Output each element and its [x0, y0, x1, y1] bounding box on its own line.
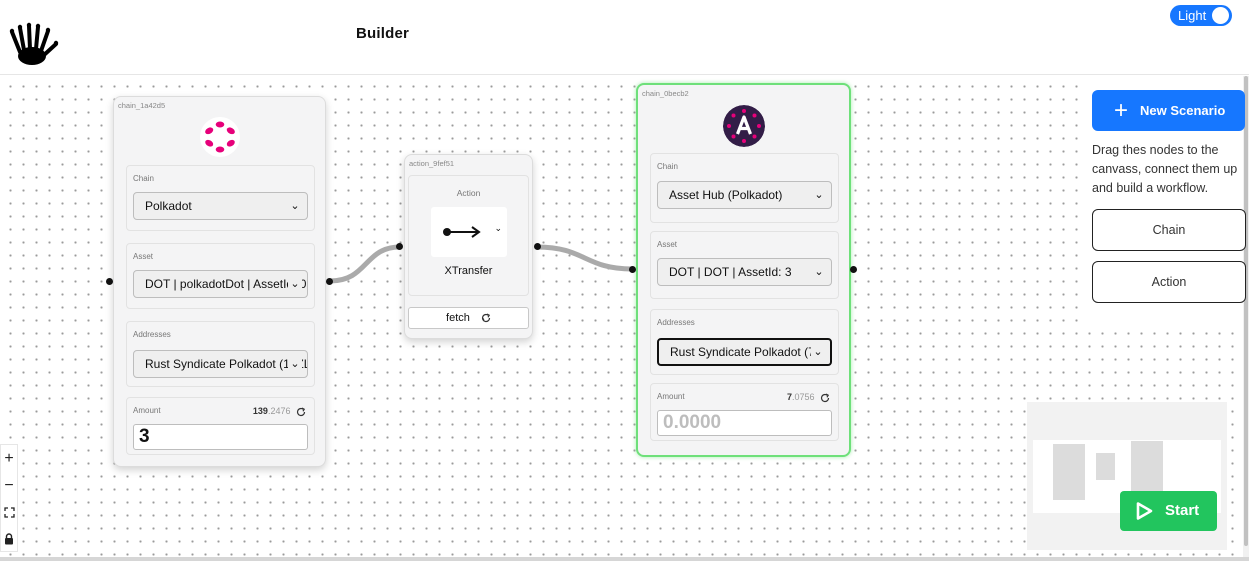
asset-section: Asset DOT | DOT | AssetId: 3 ⌄ [650, 231, 839, 299]
balance-integer: 139 [252, 406, 268, 416]
address-select[interactable]: Rust Syndicate Polkadot (16ZL8yLyXv3V3L3… [133, 350, 308, 378]
arrow-right-icon [443, 226, 481, 238]
balance-readout: 139.2476 [253, 406, 306, 417]
chevron-down-icon: ⌄ [288, 271, 302, 297]
asset-select[interactable]: DOT | polkadotDot | AssetId: 0 ⌄ [133, 270, 308, 298]
action-section: Action ⌄ XTransfer [408, 175, 529, 296]
zoom-out-button[interactable]: − [1, 472, 17, 499]
node-handle-out[interactable] [326, 278, 333, 285]
amount-section: Amount 7.0756 0.0000 [650, 383, 839, 441]
refresh-icon [481, 313, 491, 323]
node-handle-in[interactable] [106, 278, 113, 285]
amount-label: Amount [657, 392, 685, 401]
action-node[interactable]: action_9fef51 Action ⌄ XTransfer fetch [404, 154, 533, 339]
theme-toggle[interactable]: Light [1170, 5, 1232, 26]
asset-section: Asset DOT | polkadotDot | AssetId: 0 ⌄ [126, 243, 315, 309]
chain-section: Chain Asset Hub (Polkadot) ⌄ [650, 153, 839, 223]
horizontal-scrollbar[interactable] [0, 557, 1249, 561]
chain-section: Chain Polkadot ⌄ [126, 165, 315, 231]
chain-label: Chain [657, 162, 678, 171]
fetch-button[interactable]: fetch [408, 307, 529, 329]
chain-node-source[interactable]: chain_1a42d5 Chain Polkadot ⌄ Asset DOT … [113, 96, 326, 467]
minimap-node [1053, 444, 1085, 500]
balance-readout: 7.0756 [787, 392, 830, 403]
start-button[interactable]: Start [1120, 491, 1217, 531]
polkadot-logo-icon [200, 117, 240, 157]
plus-icon: + [1114, 97, 1129, 124]
action-label: Action [456, 188, 481, 198]
chevron-down-icon: ⌄ [812, 259, 826, 285]
new-scenario-button[interactable]: + New Scenario [1092, 90, 1245, 131]
node-id: action_9fef51 [409, 159, 455, 168]
chain-label: Chain [133, 174, 154, 183]
sidebar-help-text: Drag thes nodes to the canvass, connect … [1092, 143, 1238, 195]
chevron-down-icon: ⌄ [812, 182, 826, 208]
chevron-down-icon: ⌄ [288, 351, 302, 377]
fetch-label: fetch [446, 312, 470, 324]
refresh-icon[interactable] [820, 393, 830, 403]
minimap-node [1131, 441, 1163, 497]
node-id: chain_0becb2 [642, 89, 689, 98]
chevron-down-icon: ⌄ [288, 193, 302, 219]
address-select-value: Rust Syndicate Polkadot (7l [670, 345, 818, 359]
address-select[interactable]: Rust Syndicate Polkadot (7l ⌄ [657, 338, 832, 366]
page-title: Builder [356, 25, 410, 42]
asset-hub-logo-icon [723, 105, 765, 147]
new-scenario-label: New Scenario [1140, 103, 1226, 118]
asset-label: Asset [657, 240, 678, 249]
address-select-value: Rust Syndicate Polkadot (16ZL8yLyXv3V3L3… [145, 357, 307, 371]
balance-decimal: .0756 [791, 392, 815, 402]
canvas-controls: + − [0, 444, 18, 552]
amount-input[interactable]: 0.0000 [657, 410, 832, 436]
toggle-knob [1212, 7, 1229, 24]
chevron-down-icon: ⌄ [494, 223, 502, 233]
app-header: Builder Light [0, 0, 1249, 75]
drag-item-action[interactable]: Action [1092, 261, 1246, 303]
zoom-in-button[interactable]: + [1, 445, 17, 472]
chain-node-destination[interactable]: chain_0becb2 Chain Asset Hub (Polkadot) … [636, 83, 851, 457]
amount-input[interactable]: 3 [133, 424, 308, 450]
addresses-label: Addresses [657, 318, 695, 327]
asset-select[interactable]: DOT | DOT | AssetId: 3 ⌄ [657, 258, 832, 286]
node-handle-out[interactable] [850, 266, 857, 273]
amount-section: Amount 139.2476 3 [126, 397, 315, 455]
node-palette-sidebar: + New Scenario Drag thes nodes to the ca… [1084, 80, 1246, 324]
addresses-label: Addresses [133, 330, 171, 339]
refresh-icon[interactable] [296, 407, 306, 417]
asset-select-value: DOT | DOT | AssetId: 3 [669, 265, 792, 279]
lock-icon [5, 533, 13, 545]
app-logo [9, 22, 59, 65]
chain-select-value: Polkadot [145, 199, 192, 213]
node-handle-out[interactable] [534, 243, 541, 250]
action-type-select[interactable]: ⌄ [431, 207, 507, 257]
theme-toggle-label: Light [1178, 8, 1207, 23]
chevron-down-icon: ⌄ [811, 340, 825, 364]
action-name: XTransfer [444, 265, 493, 277]
node-id: chain_1a42d5 [118, 101, 166, 110]
fit-view-button[interactable] [1, 499, 17, 526]
amount-label: Amount [133, 406, 161, 415]
drag-item-chain[interactable]: Chain [1092, 209, 1246, 251]
addresses-section: Addresses Rust Syndicate Polkadot (7l ⌄ [650, 309, 839, 375]
balance-decimal: .2476 [267, 406, 291, 416]
minimap-node [1096, 453, 1115, 480]
fit-view-icon [3, 507, 15, 518]
chain-select[interactable]: Asset Hub (Polkadot) ⌄ [657, 181, 832, 209]
start-label: Start [1165, 502, 1200, 519]
chain-select[interactable]: Polkadot ⌄ [133, 192, 308, 220]
node-handle-in[interactable] [629, 266, 636, 273]
play-icon [1136, 502, 1153, 520]
lock-button[interactable] [1, 526, 17, 553]
chain-select-value: Asset Hub (Polkadot) [669, 188, 783, 202]
asset-label: Asset [133, 252, 154, 261]
node-handle-in[interactable] [396, 243, 403, 250]
asset-select-value: DOT | polkadotDot | AssetId: 0 [145, 277, 307, 291]
addresses-section: Addresses Rust Syndicate Polkadot (16ZL8… [126, 321, 315, 387]
